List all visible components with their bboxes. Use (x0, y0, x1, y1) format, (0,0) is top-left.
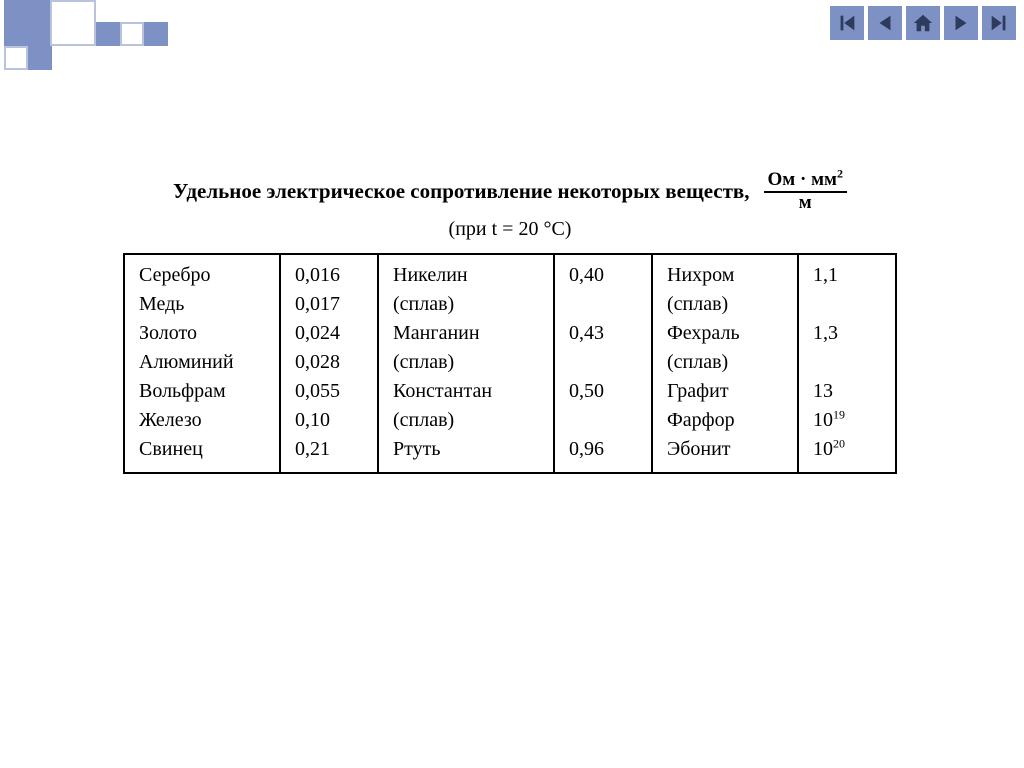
title-text: Удельное электрическое сопротивление нек… (173, 179, 749, 204)
materials-col-3: Нихром(сплав)Фехраль(сплав)ГрафитФарфорЭ… (667, 261, 787, 464)
first-icon (836, 12, 858, 34)
unit-fraction: Ом · мм2 м (764, 170, 847, 214)
values-col-3: 1,1 1,3 1310191020 (813, 261, 885, 464)
table-row: СереброМедьЗолотоАлюминийВольфрамЖелезоС… (124, 254, 896, 473)
slide-title: Удельное электрическое сопротивление нек… (110, 170, 910, 214)
unit-exponent: 2 (837, 167, 843, 181)
unit-denominator: м (795, 193, 816, 214)
slide-nav (830, 6, 1016, 40)
prev-icon (874, 12, 896, 34)
unit-numerator: Ом · мм (768, 169, 837, 190)
values-col-1: 0,0160,0170,0240,0280,0550,100,21 (295, 261, 367, 464)
materials-col-1: СереброМедьЗолотоАлюминийВольфрамЖелезоС… (139, 261, 269, 464)
corner-decoration (0, 0, 200, 80)
nav-next-button[interactable] (944, 6, 978, 40)
slide-content: Удельное электрическое сопротивление нек… (110, 170, 910, 474)
resistivity-table: СереброМедьЗолотоАлюминийВольфрамЖелезоС… (123, 253, 897, 474)
nav-last-button[interactable] (982, 6, 1016, 40)
condition-text: (при t = 20 °C) (110, 218, 910, 241)
values-col-2: 0,40 0,43 0,50 0,96 (569, 261, 641, 464)
nav-home-button[interactable] (906, 6, 940, 40)
next-icon (950, 12, 972, 34)
nav-first-button[interactable] (830, 6, 864, 40)
last-icon (988, 12, 1010, 34)
home-icon (912, 12, 934, 34)
nav-prev-button[interactable] (868, 6, 902, 40)
materials-col-2: Никелин(сплав)Манганин(сплав)Константан(… (393, 261, 543, 464)
